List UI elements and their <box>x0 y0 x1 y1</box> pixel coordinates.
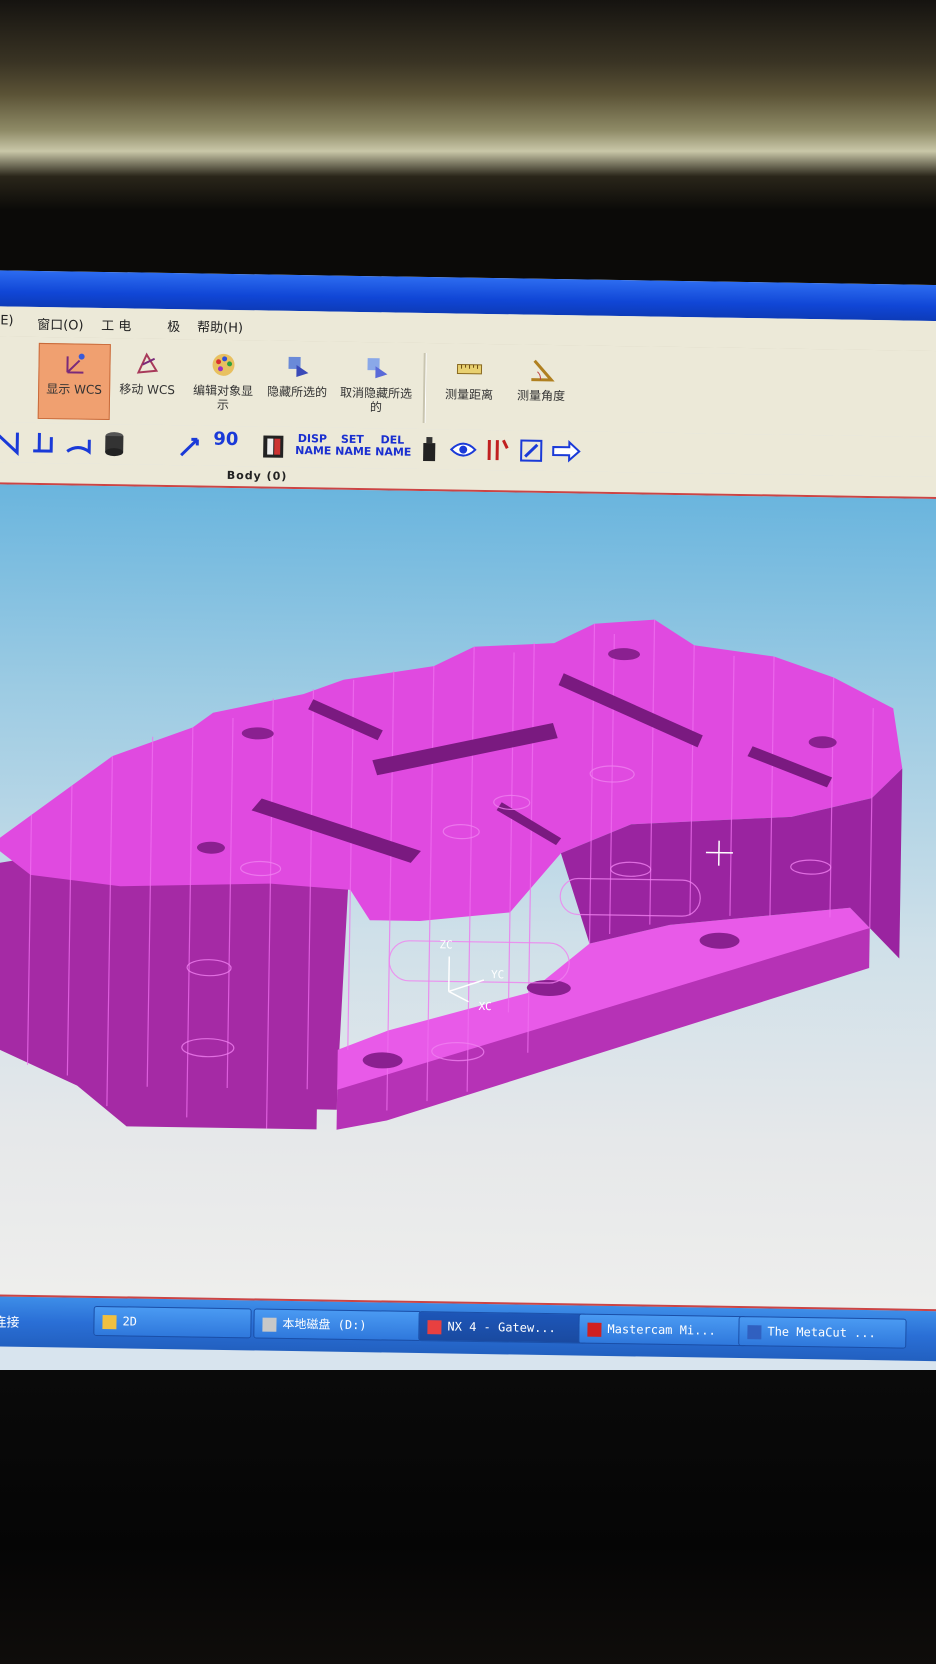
network-connection-label[interactable]: 网络连接 <box>0 1311 20 1331</box>
taskbar-item-mastercam[interactable]: Mastercam Mi... <box>578 1313 747 1347</box>
taskbar-item-local-disk[interactable]: 本地磁盘 (D:) <box>253 1308 422 1342</box>
hide-icon <box>288 356 309 377</box>
wcs-zc-label: ZC <box>439 938 453 952</box>
measure-angle-label: 测量角度 <box>516 388 566 404</box>
menu-help[interactable]: 帮助(H) <box>197 316 243 336</box>
edit-object-display-button[interactable]: 编辑对象显示 <box>188 345 259 420</box>
extrude-icon[interactable] <box>27 429 57 457</box>
metacut-app-icon <box>747 1324 762 1339</box>
mastercam-app-icon <box>587 1322 602 1337</box>
taskbar-item-label: The MetaCut ... <box>767 1324 876 1341</box>
taskbar-item-nx[interactable]: NX 4 - Gatew... <box>418 1311 587 1344</box>
move-wcs-label: 移动 WCS <box>119 382 176 398</box>
measure-angle-button[interactable]: 测量角度 <box>506 350 577 425</box>
wcs-yc-label: YC <box>490 968 505 982</box>
show-wcs-button[interactable]: 显示 WCS <box>37 342 111 421</box>
cylinder-icon[interactable] <box>99 428 129 458</box>
set-name-button[interactable]: SET NAME <box>335 433 371 463</box>
disp-name-button[interactable]: DISP NAME <box>295 432 331 462</box>
palette-icon <box>212 353 235 376</box>
del-name-button[interactable]: DEL NAME <box>375 433 411 463</box>
taskbar-item-2d[interactable]: 2D <box>93 1305 252 1339</box>
bottle-icon[interactable] <box>417 435 441 463</box>
move-wcs-button[interactable]: 移动 WCS <box>112 344 183 419</box>
room-background <box>0 0 936 210</box>
taskbar-item-label: NX 4 - Gatew... <box>447 1319 556 1336</box>
taskbar-item-label: 2D <box>122 1314 138 1329</box>
taskbar-item-label: 本地磁盘 (D:) <box>282 1316 367 1333</box>
monitor-bezel <box>0 1370 936 1664</box>
part-model <box>0 619 903 1130</box>
main-toolbar: 显示 WCS 移动 WCS 编辑对象显示 隐藏所选的 取消隐藏所选的 测量距离 … <box>0 335 936 438</box>
eye-icon[interactable] <box>449 435 477 463</box>
taskbar-item-metacut[interactable]: The MetaCut ... <box>738 1316 907 1349</box>
unhide-icon <box>367 358 388 379</box>
pencil-icon[interactable] <box>517 436 545 464</box>
unhide-selected-button[interactable]: 取消隐藏所选的 <box>336 348 417 423</box>
unhide-selected-label: 取消隐藏所选的 <box>339 385 413 415</box>
wcs-triad <box>447 956 485 1003</box>
taskbar-item-label: Mastercam Mi... <box>607 1321 716 1338</box>
show-wcs-label: 显示 WCS <box>46 382 103 397</box>
wcs-icon <box>66 353 85 374</box>
book-icon[interactable] <box>259 432 287 460</box>
measure-distance-button[interactable]: 测量距离 <box>434 349 505 424</box>
selection-status-text: Body (0) <box>226 468 288 483</box>
menu-tool[interactable]: 工 电 <box>101 315 131 334</box>
menu-item-4[interactable]: 极 <box>167 316 180 335</box>
wcs-xc-label: XC <box>478 999 492 1014</box>
menu-window[interactable]: 窗口(O) <box>37 314 84 334</box>
angle-icon <box>531 359 555 382</box>
hide-selected-button[interactable]: 隐藏所选的 <box>262 346 333 421</box>
ruler-icon <box>456 364 483 375</box>
graphics-viewport[interactable]: ZC YC XC <box>0 483 936 1310</box>
rotate-90-label[interactable]: 90 <box>213 429 238 462</box>
folder-icon <box>102 1314 117 1329</box>
move-wcs-icon <box>136 352 159 374</box>
menu-edit[interactable]: (E) <box>0 313 14 328</box>
hide-selected-label: 隐藏所选的 <box>267 384 328 400</box>
line-tool-icon[interactable] <box>0 428 22 457</box>
orient-icon[interactable] <box>177 431 205 459</box>
edit-object-display-label: 编辑对象显示 <box>193 383 254 412</box>
nx-app-icon <box>427 1319 442 1334</box>
monitor-screen: (E) 窗口(O) 工 电 极 帮助(H) 显示 WCS 移动 WCS 编辑对象… <box>0 270 936 1396</box>
drive-icon <box>262 1317 277 1332</box>
wrench-icon[interactable] <box>483 436 511 464</box>
revolve-icon[interactable] <box>63 429 93 457</box>
arrow-right-icon[interactable] <box>551 439 581 463</box>
measure-distance-label: 测量距离 <box>444 387 494 403</box>
toolbar-separator <box>422 352 427 424</box>
